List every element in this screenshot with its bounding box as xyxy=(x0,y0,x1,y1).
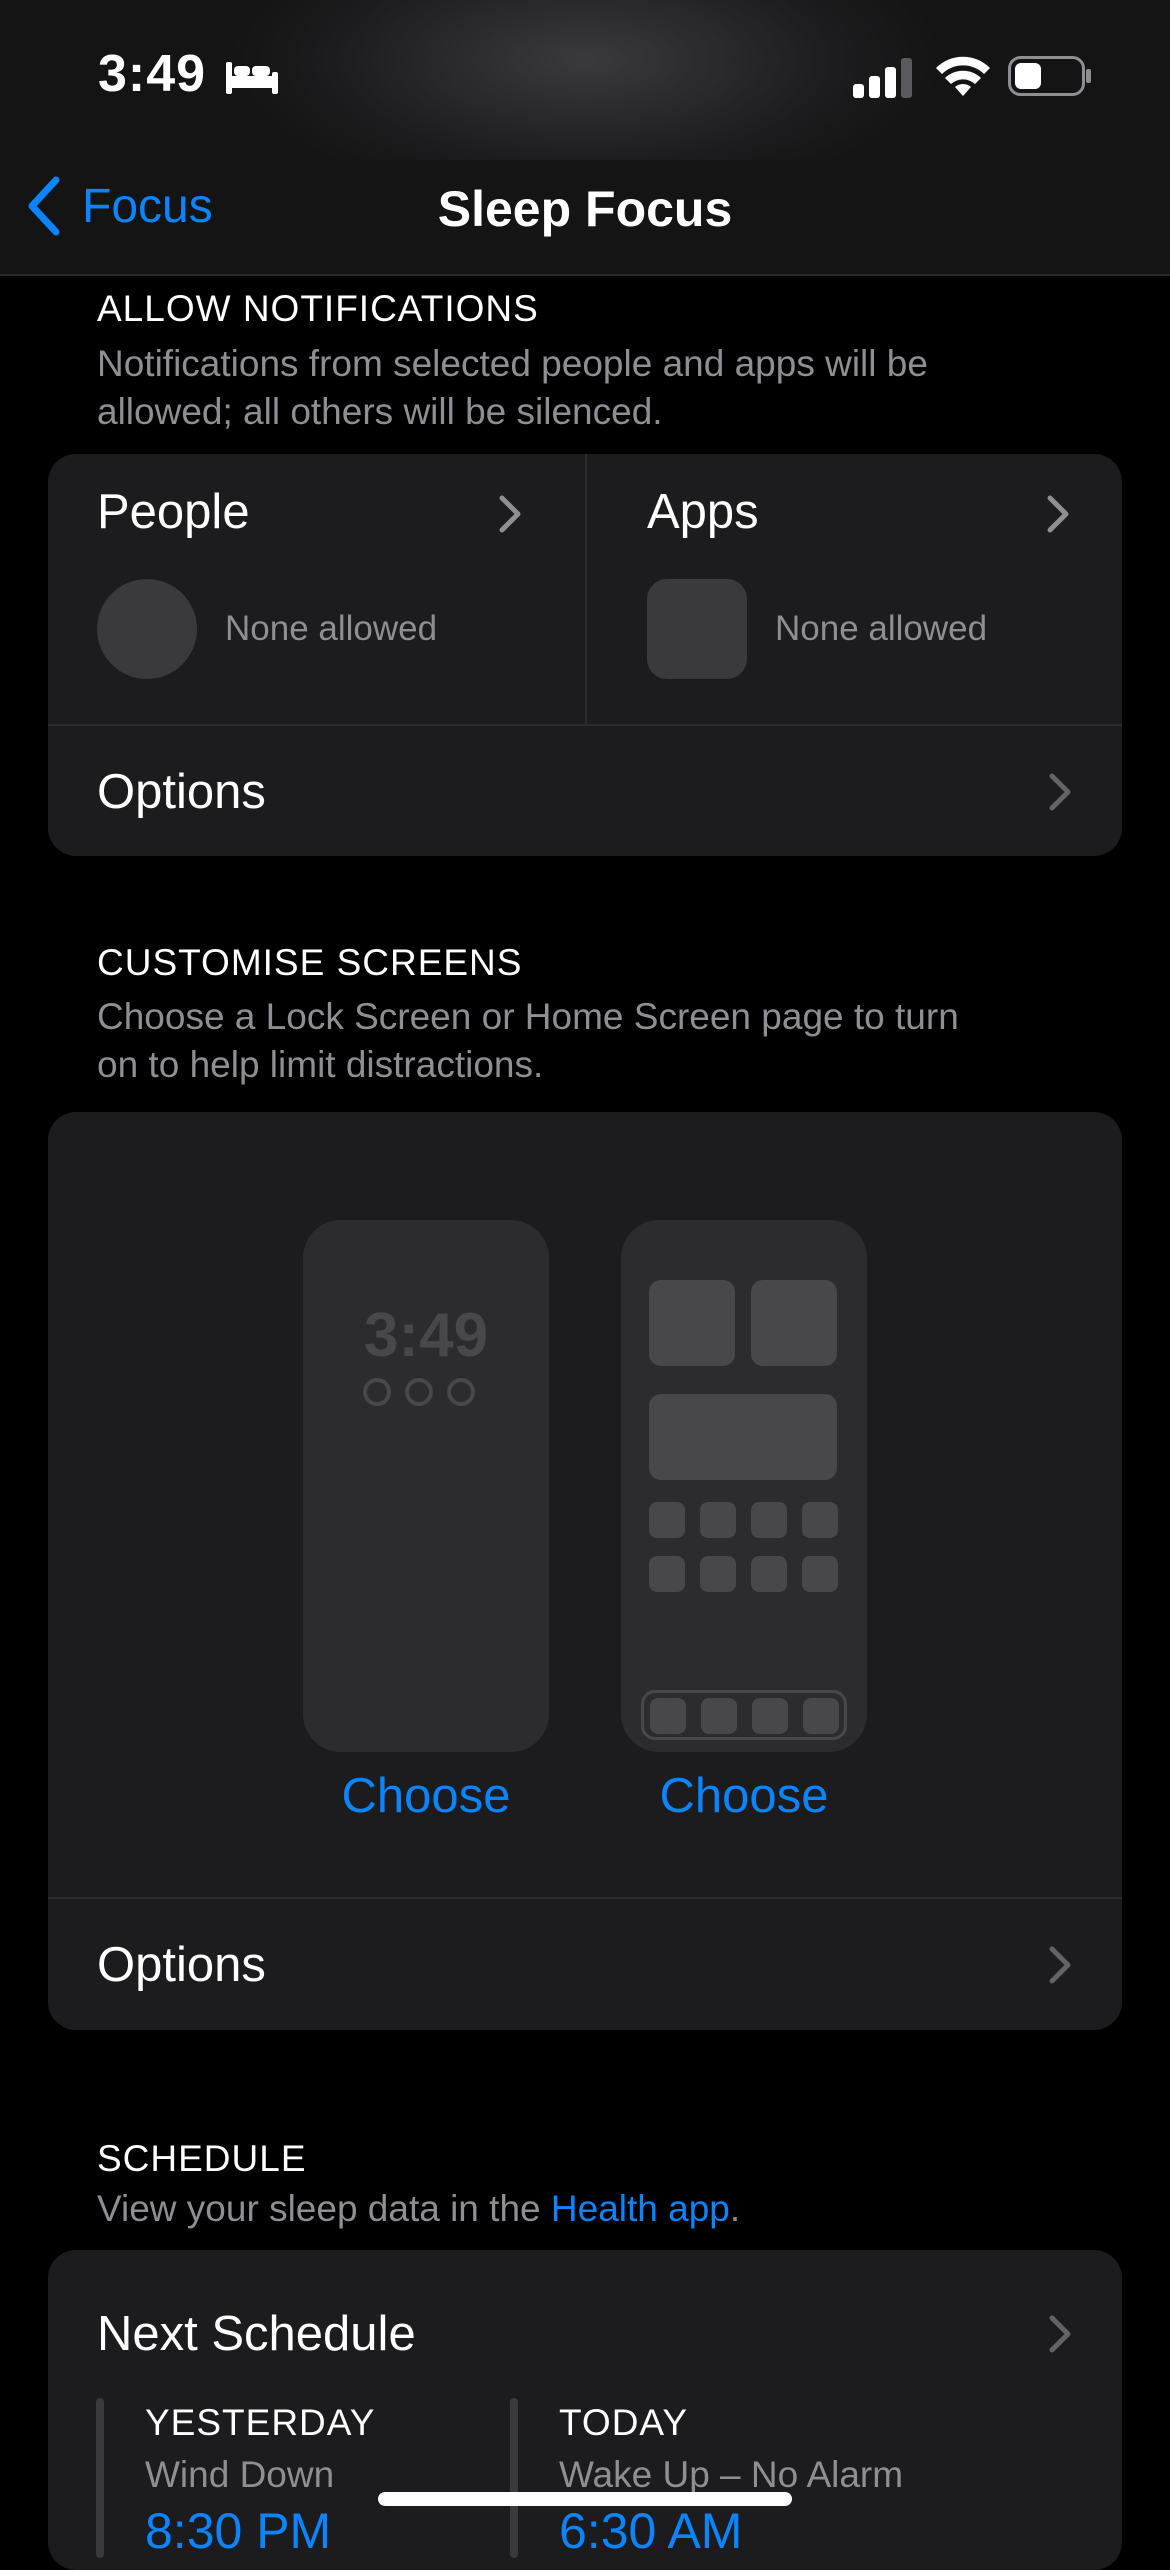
schedule-bar-left xyxy=(96,2398,104,2558)
cellular-signal-icon xyxy=(853,58,912,98)
page-title: Sleep Focus xyxy=(437,181,733,237)
chevron-right-icon xyxy=(1049,773,1071,811)
allow-notifications-card: People None allowed Apps None allowed Op… xyxy=(48,454,1122,856)
home-indicator[interactable] xyxy=(378,2492,792,2506)
schedule-description-suffix: . xyxy=(729,2188,741,2229)
bed-icon xyxy=(226,62,278,94)
chevron-right-icon xyxy=(1049,1946,1071,1984)
choose-lock-screen-button[interactable]: Choose xyxy=(276,1768,576,1824)
next-schedule-label: Next Schedule xyxy=(97,2307,416,2361)
schedule-bar-right xyxy=(510,2398,518,2558)
status-time: 3:49 xyxy=(98,45,207,103)
status-bar: 3:49 xyxy=(0,0,1170,160)
customise-screens-heading: CUSTOMISE SCREENS xyxy=(97,942,523,983)
schedule-description: View your sleep data in the Health app. xyxy=(97,2185,1077,2233)
chevron-right-icon xyxy=(499,495,521,533)
people-avatar-placeholder xyxy=(97,579,197,679)
lock-screen-widget-placeholders xyxy=(363,1378,475,1406)
people-value: None allowed xyxy=(225,609,438,648)
schedule-description-text: View your sleep data in the xyxy=(97,2188,551,2229)
allow-options-row[interactable]: Options xyxy=(48,726,1122,856)
home-screen-preview[interactable] xyxy=(621,1220,867,1752)
allow-notifications-heading: ALLOW NOTIFICATIONS xyxy=(97,288,539,329)
people-cell[interactable]: People None allowed xyxy=(48,454,585,724)
allow-notifications-line-2: allowed; all others will be silenced. xyxy=(97,391,663,432)
chevron-right-icon xyxy=(1049,2315,1071,2353)
wind-down-time: 8:30 PM xyxy=(145,2503,332,2559)
wake-up-time: 6:30 AM xyxy=(559,2503,743,2559)
dock-placeholder xyxy=(641,1690,847,1740)
wind-down-label: Wind Down xyxy=(145,2454,335,2495)
apps-value: None allowed xyxy=(775,609,988,648)
allow-notifications-description: Notifications from selected people and a… xyxy=(97,340,1077,436)
app-icon-placeholder xyxy=(647,579,747,679)
health-app-link[interactable]: Health app xyxy=(551,2188,730,2229)
lock-screen-preview[interactable]: 3:49 xyxy=(303,1220,549,1752)
choose-home-screen-button[interactable]: Choose xyxy=(594,1768,894,1824)
wind-down-day: YESTERDAY xyxy=(145,2402,376,2443)
allow-notifications-line-1: Notifications from selected people and a… xyxy=(97,343,928,384)
apps-cell[interactable]: Apps None allowed xyxy=(587,454,1122,724)
lock-screen-preview-time: 3:49 xyxy=(363,1301,489,1370)
wake-up-day: TODAY xyxy=(559,2402,689,2443)
customise-screens-card: 3:49 Choose Choose Options xyxy=(48,1112,1122,2030)
schedule-card[interactable]: Next Schedule YESTERDAY Wind Down 8:30 P… xyxy=(48,2250,1122,2570)
people-label: People xyxy=(97,485,250,539)
battery-icon xyxy=(1008,56,1091,96)
chevron-right-icon xyxy=(1047,495,1069,533)
customise-options-row[interactable]: Options xyxy=(48,1899,1122,2030)
customise-line-1: Choose a Lock Screen or Home Screen page… xyxy=(97,996,959,1037)
wifi-icon xyxy=(936,56,990,96)
customise-screens-description: Choose a Lock Screen or Home Screen page… xyxy=(97,993,1077,1089)
options-label: Options xyxy=(97,765,266,819)
options-label: Options xyxy=(97,1938,266,1992)
customise-line-2: on to help limit distractions. xyxy=(97,1044,544,1085)
wake-up-label: Wake Up – No Alarm xyxy=(559,2454,904,2495)
apps-label: Apps xyxy=(647,485,759,539)
navigation-bar: Focus Sleep Focus xyxy=(0,160,1170,276)
schedule-heading: SCHEDULE xyxy=(97,2138,307,2179)
